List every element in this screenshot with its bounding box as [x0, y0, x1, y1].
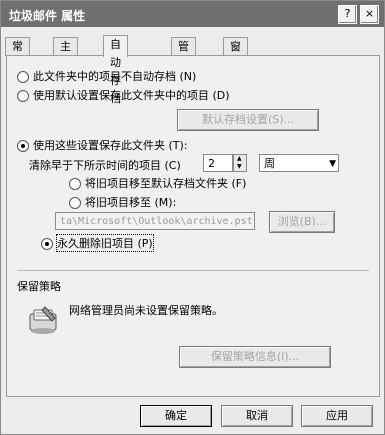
- radio-use-default[interactable]: [17, 90, 29, 102]
- label-move-to: 将旧项目移至 (M):: [85, 196, 177, 209]
- retention-info-button[interactable]: 保留策略信息(I)...: [179, 346, 331, 368]
- age-spinner[interactable]: ▲ ▼: [233, 154, 247, 172]
- retention-header: 保留策略: [17, 280, 61, 293]
- radio-use-these[interactable]: [17, 140, 29, 152]
- age-number-input[interactable]: 2: [203, 154, 233, 172]
- tab-home[interactable]: 主页: [53, 37, 78, 71]
- radio-move-default[interactable]: [69, 178, 81, 190]
- radio-no-archive[interactable]: [17, 71, 29, 83]
- radio-move-to[interactable]: [69, 197, 81, 209]
- label-use-these: 使用这些设置保存此文件夹 (T):: [33, 139, 188, 152]
- apply-button[interactable]: 应用: [301, 405, 373, 427]
- tab-management[interactable]: 管理: [171, 37, 196, 71]
- browse-button[interactable]: 浏览(B)...: [269, 211, 335, 233]
- retention-message: 网络管理员尚未设置保留策略。: [69, 304, 223, 317]
- spin-up-icon[interactable]: ▲: [237, 155, 242, 162]
- cancel-button[interactable]: 取消: [221, 405, 293, 427]
- tab-autoarchive[interactable]: 自动存档: [103, 35, 128, 105]
- properties-dialog: 垃圾邮件 属性 ? × 常规 主页 自动存档 管理 窗体 此文件夹中的项目不自动…: [0, 0, 385, 435]
- close-button[interactable]: ×: [360, 5, 379, 24]
- radio-delete-permanently[interactable]: [41, 238, 53, 250]
- title-bar: 垃圾邮件 属性 ? ×: [1, 1, 384, 27]
- close-icon: ×: [364, 7, 375, 20]
- label-use-default: 使用默认设置保存此文件夹中的项目 (D): [33, 89, 230, 102]
- separator: [17, 270, 369, 271]
- age-unit-select[interactable]: 周 ▼: [259, 154, 339, 172]
- chevron-down-icon[interactable]: ▼: [329, 155, 336, 173]
- help-button[interactable]: ?: [338, 5, 357, 24]
- label-move-default: 将旧项目移至默认存档文件夹 (F): [85, 177, 247, 190]
- age-unit-value: 周: [264, 157, 275, 170]
- tab-general[interactable]: 常规: [5, 37, 30, 71]
- help-icon: ?: [344, 7, 351, 20]
- label-delete-permanently: 永久删除旧项目 (P): [56, 234, 154, 252]
- archive-path-input[interactable]: ta\Microsoft\Outlook\archive.pst: [55, 212, 255, 230]
- tab-forms[interactable]: 窗体: [223, 37, 248, 71]
- spin-down-icon[interactable]: ▼: [237, 163, 242, 170]
- retention-policy-icon: [25, 301, 61, 337]
- label-clean-older: 清除早于下所示时间的项目 (C): [29, 159, 181, 172]
- autoarchive-panel: 此文件夹中的项目不自动存档 (N) 使用默认设置保存此文件夹中的项目 (D) 默…: [6, 55, 380, 397]
- ok-button[interactable]: 确定: [140, 405, 212, 427]
- dialog-title: 垃圾邮件 属性: [9, 9, 86, 23]
- default-archive-settings-button[interactable]: 默认存档设置(S)...: [177, 109, 319, 131]
